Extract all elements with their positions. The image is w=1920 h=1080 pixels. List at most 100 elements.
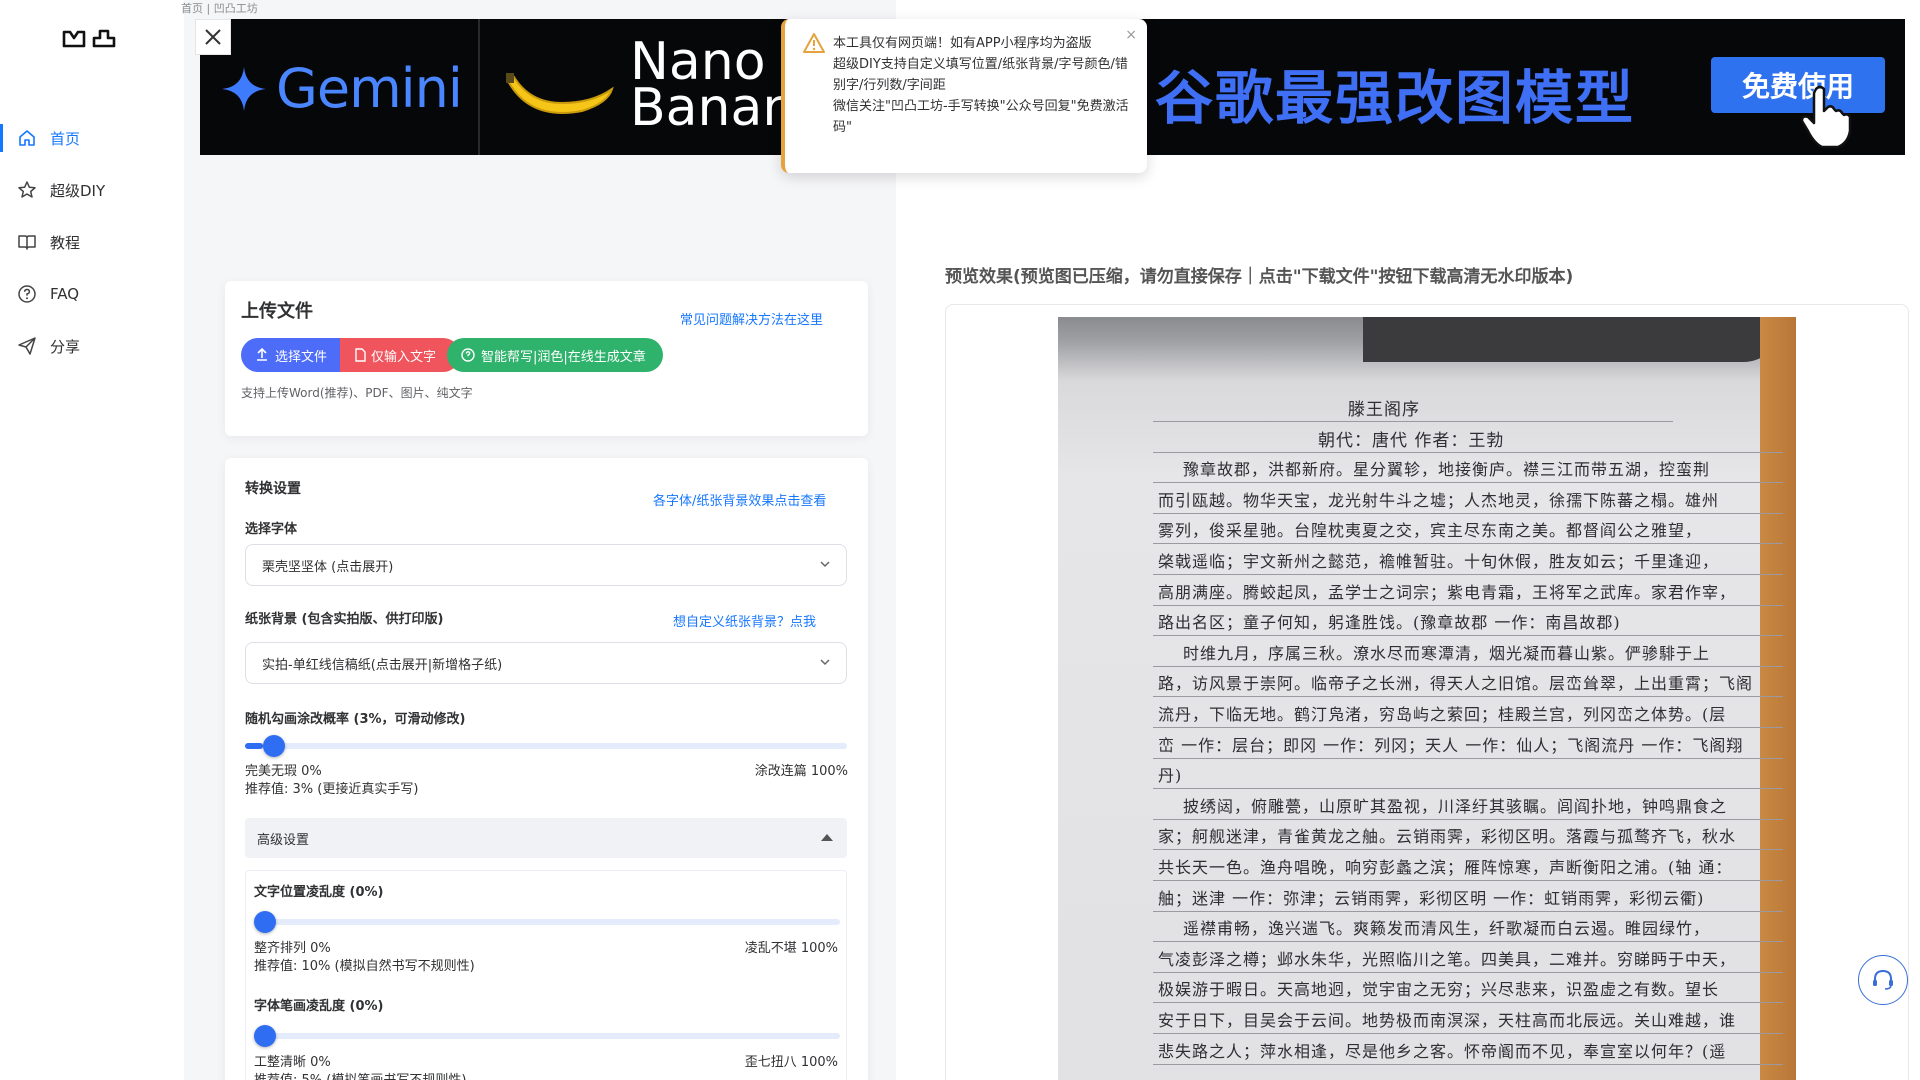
handwriting-line: 舳；迷津 一作：弥津；云销雨霁，彩彻区明 一作：虹销雨霁，彩彻云衢) <box>1158 888 1705 908</box>
notice-line: 微信关注"凹凸工坊-手写转换"公众号回复"免费激活码" <box>833 99 1129 135</box>
handwriting-line: 路出名区；童子何知，躬逢胜饯。(豫章故郡 一作：南昌故郡) <box>1158 613 1621 633</box>
chevron-down-icon <box>820 561 830 568</box>
sidebar-item-label: 教程 <box>50 233 81 252</box>
text-only-label: 仅输入文字 <box>371 349 437 365</box>
paper-rule-line <box>1153 512 1783 514</box>
handwriting-line: 安于日下，目吴会于云间。地势极而南溟深，天柱高而北辰远。关山难越，谁 <box>1158 1011 1737 1030</box>
advanced-settings-toggle[interactable]: 高级设置 <box>245 818 847 858</box>
logo-concave-icon <box>62 30 86 48</box>
home-icon <box>16 127 38 149</box>
upload-hint: 支持上传Word(推荐)、PDF、图片、纯文字 <box>241 386 473 400</box>
handwriting-line: 流丹，下临无地。鹤汀凫渚，穷岛屿之萦回；桂殿兰宫，列冈峦之体势。(层 <box>1158 705 1727 724</box>
paper-rule-line <box>1153 788 1783 790</box>
book-icon <box>16 231 38 253</box>
stroke-max-label: 歪七扭八 100% <box>744 1055 838 1070</box>
advanced-label: 高级设置 <box>257 832 310 848</box>
settings-card: 转换设置 各字体/纸张背景效果点击查看 选择字体 栗壳坚坚体 (点击展开) 纸张… <box>225 458 868 1080</box>
doodle-max-label: 涂改连篇 100% <box>754 764 848 779</box>
font-select-value: 栗壳坚坚体 (点击展开) <box>262 559 394 575</box>
faq-link-text: 常见问题解决方法在这里 <box>680 313 824 328</box>
text-only-button[interactable]: 仅输入文字 <box>340 338 460 372</box>
stroke-slider[interactable] <box>254 1025 840 1047</box>
handwriting-line: 家；舸舰迷津，青雀黄龙之舳。云销雨霁，彩彻区明。落霞与孤鹜齐飞，秋水 <box>1158 827 1737 847</box>
paper-rule-line <box>1153 543 1783 545</box>
chevron-down-icon <box>820 659 830 666</box>
handwriting-line: 极娱游于暇日。天高地迥，觉宇宙之无穷；兴尽悲来，识盈虚之有数。望长 <box>1158 980 1720 1000</box>
choose-file-button[interactable]: 选择文件 <box>241 338 351 372</box>
handwriting-line: 丹) <box>1158 766 1183 786</box>
paper-rule-line <box>1153 665 1783 667</box>
stroke-label: 字体笔画凌乱度 (0%) <box>254 999 384 1014</box>
choose-file-label: 选择文件 <box>275 349 328 365</box>
handwriting-line: 棨戟遥临；宇文新州之懿范，襜帷暂驻。十旬休假，胜友如云；千里逢迎， <box>1158 552 1720 571</box>
customer-support-button[interactable] <box>1858 955 1908 1005</box>
photo-dark-object <box>1363 317 1783 362</box>
paper-rule-line <box>1153 604 1783 606</box>
notice-line: 本工具仅有网页端！如有APP小程序均为盗版 <box>833 36 1092 51</box>
ai-write-button[interactable]: 智能帮写|润色|在线生成文章 <box>447 338 663 372</box>
app-logo[interactable] <box>62 28 116 50</box>
font-label: 选择字体 <box>245 522 298 537</box>
handwriting-line: 滕王阁序 <box>1348 400 1420 420</box>
sidebar-item-label: 分享 <box>50 337 81 356</box>
handwriting-line: 朝代：唐代 作者：王勃 <box>1318 430 1505 451</box>
hand-cursor-icon <box>1800 85 1852 149</box>
star-icon <box>16 179 38 201</box>
sidebar-item-super-diy[interactable]: 超级DIY <box>0 168 184 212</box>
sidebar-item-share[interactable]: 分享 <box>0 324 184 368</box>
paper-rule-line <box>1153 574 1783 575</box>
ai-write-label: 智能帮写|润色|在线生成文章 <box>481 349 646 365</box>
banana-icon <box>506 73 614 114</box>
paper-rule-line <box>1153 421 1673 422</box>
close-icon <box>205 29 221 45</box>
settings-title: 转换设置 <box>245 481 301 497</box>
paper-rule-line <box>1153 880 1783 881</box>
banner-title: 谷歌最强改图模型 <box>1155 64 1636 132</box>
breadcrumb: 首页 | 凹凸工坊 <box>181 2 258 15</box>
handwriting-line: 时维九月，序属三秋。潦水尽而寒潭清，烟光凝而暮山紫。俨骖騑于上 <box>1183 643 1711 663</box>
handwriting-line: 豫章故郡，洪都新府。星分翼轸，地接衡庐。襟三江而带五湖，控蛮荆 <box>1183 460 1711 480</box>
custom-paper-link[interactable]: 想自定义纸张背景？点我 <box>673 611 816 630</box>
handwriting-line: 悲失路之人；萍水相逢，尽是他乡之客。怀帝阍而不见，奉宣室以何年？(遥 <box>1158 1041 1727 1061</box>
sidebar-item-faq[interactable]: FAQ <box>0 272 184 316</box>
notice-close-button[interactable]: × <box>1125 25 1137 46</box>
logo-convex-icon <box>92 29 116 48</box>
stroke-slider-thumb[interactable] <box>254 1025 276 1047</box>
effect-link[interactable]: 各字体/纸张背景效果点击查看 <box>653 490 826 509</box>
paper-rule-line <box>1153 635 1783 637</box>
position-slider[interactable] <box>254 911 840 933</box>
sidebar-item-label: 首页 <box>50 129 81 148</box>
handwriting-line: 披绣闼，俯雕甍，山原旷其盈视，川泽纡其骇瞩。闾阎扑地，钟鸣鼎食之 <box>1183 796 1728 816</box>
paper-rule-line <box>1153 1033 1783 1034</box>
handwriting-line: 雾列，俊采星驰。台隍枕夷夏之交，宾主尽东南之美。都督阎公之雅望， <box>1158 521 1703 541</box>
sidebar-item-tutorial[interactable]: 教程 <box>0 220 184 264</box>
preview-title: 预览效果(预览图已压缩，请勿直接保存｜点击"下载文件"按钮下载高清无水印版本) <box>945 267 1574 287</box>
paper-rule-line <box>1153 696 1783 698</box>
paper-rule-line <box>1153 818 1783 820</box>
gemini-sparkle-icon <box>222 66 266 111</box>
notice-line: 超级DIY支持自定义填写位置/纸张背景/字号颜色/错别字/行列数/字间距 <box>833 57 1128 93</box>
question-circle-icon <box>461 348 475 362</box>
paper-select-value: 实拍-单红线信稿纸(点击展开|新增格子纸) <box>262 657 503 673</box>
gemini-text: Gemini <box>276 57 463 120</box>
banner-divider <box>478 19 480 155</box>
faq-link[interactable]: 常见问题解决方法在这里 <box>680 309 823 328</box>
font-select[interactable]: 栗壳坚坚体 (点击展开) <box>245 544 847 586</box>
sidebar-item-home[interactable]: 首页 <box>0 116 184 160</box>
handwriting-line: 气凌彭泽之樽；邺水朱华，光照临川之笔。四美具，二难并。穷睇眄于中天， <box>1158 949 1737 969</box>
stroke-recommend: 推荐值: 5% (模拟笔画书写不规则性) <box>254 1069 466 1080</box>
handwriting-line: 路，访风景于崇阿。临帝子之长洲，得天人之旧馆。层峦耸翠，上出重霄；飞阁 <box>1158 674 1754 694</box>
stroke-min-label: 工整清晰 0% <box>254 1055 331 1070</box>
position-slider-thumb[interactable] <box>254 911 276 933</box>
sidebar-item-label: FAQ <box>50 285 80 303</box>
paper-rule-line <box>1153 971 1783 973</box>
paper-select[interactable]: 实拍-单红线信稿纸(点击展开|新增格子纸) <box>245 642 847 684</box>
handwriting-line: 遥襟甫畅，逸兴遄飞。爽籁发而清风生，纤歌凝而白云遏。睢园绿竹， <box>1183 919 1711 939</box>
preview-box: 滕王阁序朝代：唐代 作者：王勃豫章故郡，洪都新府。星分翼轸，地接衡庐。襟三江而带… <box>945 304 1909 1080</box>
handwriting-line: 而引瓯越。物华天宝，龙光射牛斗之墟；人杰地灵，徐孺下陈蕃之榻。雄州 <box>1158 490 1720 510</box>
paper-rule-line <box>1153 910 1783 912</box>
doodle-slider-thumb[interactable] <box>263 735 286 757</box>
doodle-slider[interactable] <box>245 735 847 757</box>
doodle-label: 随机勾画涂改概率 (3%，可滑动修改) <box>245 712 466 727</box>
close-banner-button[interactable] <box>195 19 231 55</box>
